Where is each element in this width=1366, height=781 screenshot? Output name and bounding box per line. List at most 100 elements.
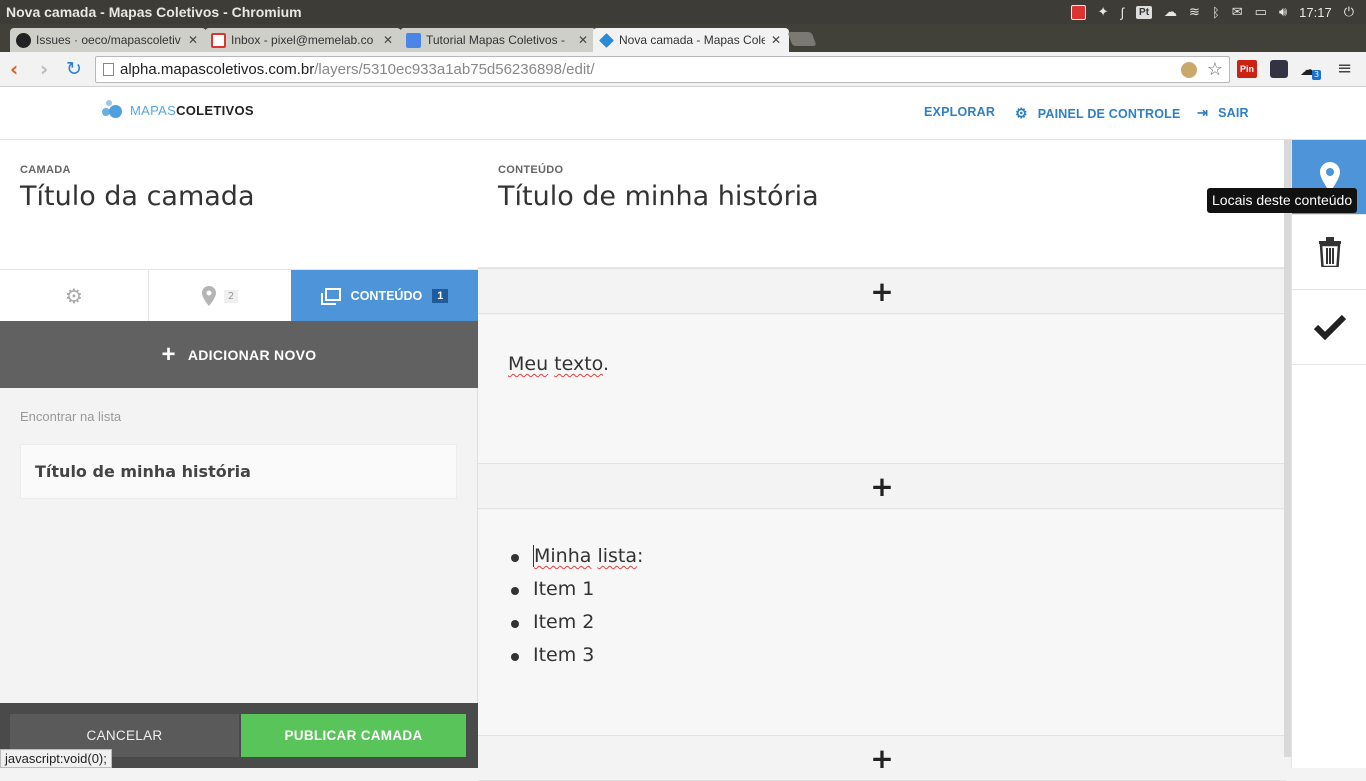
delete-content-button[interactable] bbox=[1292, 215, 1366, 290]
text-word: Meu bbox=[508, 353, 549, 375]
wifi-icon[interactable]: ≋ bbox=[1189, 4, 1200, 20]
save-content-button[interactable] bbox=[1292, 290, 1366, 365]
tab-locals[interactable]: 2 bbox=[149, 270, 291, 322]
forward-icon[interactable]: › bbox=[40, 58, 48, 80]
tab-content-label: CONTEÚDO bbox=[350, 289, 423, 303]
list-item[interactable]: Título de minha história bbox=[20, 444, 457, 499]
mail-icon[interactable]: ✉ bbox=[1232, 4, 1243, 20]
content-count-badge: 1 bbox=[432, 289, 449, 303]
pinterest-extension-button[interactable]: Pin bbox=[1237, 60, 1257, 78]
find-in-list-input[interactable]: Encontrar na lista bbox=[20, 409, 121, 424]
trash-icon bbox=[1318, 237, 1341, 267]
browser-tab-active[interactable]: Nova camada - Mapas Cole ✕ bbox=[593, 28, 789, 52]
publish-label: PUBLICAR CAMADA bbox=[284, 728, 423, 743]
back-icon[interactable]: ‹ bbox=[10, 58, 18, 80]
gear-icon: ⚙ bbox=[65, 284, 83, 308]
docs-icon bbox=[406, 32, 421, 48]
browser-tab-gmail[interactable]: Inbox - pixel@memelab.co ✕ bbox=[205, 28, 401, 52]
list-item: Minha lista: bbox=[508, 540, 643, 573]
system-tray: ✦ ∫ Pt ☁ ≋ ᛒ ✉ ▭ 🔊︎ 17:17 ⏻ bbox=[1070, 0, 1366, 24]
new-tab-button[interactable] bbox=[787, 32, 817, 46]
list-punct: : bbox=[637, 545, 644, 567]
list-item: Item 1 bbox=[508, 573, 643, 606]
os-top-bar: Nova camada - Mapas Coletivos - Chromium… bbox=[0, 0, 1366, 24]
text-word: texto bbox=[554, 353, 603, 375]
content-title[interactable]: Título de minha história bbox=[498, 181, 819, 212]
bullet-list[interactable]: Minha lista: Item 1 Item 2 Item 3 bbox=[508, 540, 643, 672]
close-icon[interactable]: ✕ bbox=[771, 33, 781, 47]
checkmark-icon bbox=[1313, 314, 1346, 340]
volume-icon[interactable]: 🔊︎ bbox=[1279, 4, 1287, 20]
cloud-extension-icon[interactable]: ☁ 3 bbox=[1300, 60, 1322, 80]
content-scrollbar[interactable] bbox=[1284, 140, 1291, 757]
cookie-blocked-icon[interactable] bbox=[1181, 62, 1197, 78]
plus-icon: + bbox=[870, 741, 894, 775]
publish-layer-button[interactable]: PUBLICAR CAMADA bbox=[241, 714, 466, 757]
pt-keyboard-indicator[interactable]: Pt bbox=[1136, 5, 1153, 19]
browser-toolbar: ‹ › ↻ alpha.mapascoletivos.com.br/layers… bbox=[0, 52, 1366, 87]
browser-tab-docs[interactable]: Tutorial Mapas Coletivos - ✕ bbox=[400, 28, 596, 52]
battery-icon[interactable]: ▭ bbox=[1255, 4, 1267, 20]
power-icon[interactable]: ⏻ bbox=[1344, 4, 1354, 20]
add-section-button[interactable]: + bbox=[478, 268, 1286, 314]
bluetooth-icon[interactable]: ᛒ bbox=[1212, 5, 1220, 20]
nav-explore-label: EXPLORAR bbox=[924, 105, 996, 119]
tab-label: Nova camada - Mapas Cole bbox=[619, 33, 765, 47]
content-kicker: CONTEÚDO bbox=[498, 164, 564, 176]
site-logo[interactable]: MAPAS COLETIVOS bbox=[102, 99, 254, 121]
dropbox-icon[interactable]: ✦ bbox=[1098, 4, 1109, 20]
tab-content[interactable]: CONTEÚDO 1 bbox=[291, 270, 478, 332]
app-header: MAPAS COLETIVOS EXPLORAR ⚙ PAINEL DE CONT… bbox=[0, 87, 1366, 140]
list-item: Item 3 bbox=[508, 639, 643, 672]
list-word: Minha bbox=[533, 545, 592, 567]
nav-dashboard-link[interactable]: ⚙ PAINEL DE CONTROLE bbox=[1015, 105, 1181, 122]
script-icon[interactable]: ∫ bbox=[1120, 5, 1124, 20]
nav-dashboard-label: PAINEL DE CONTROLE bbox=[1037, 106, 1181, 121]
gear-icon: ⚙ bbox=[1015, 105, 1028, 121]
browser-tab-github[interactable]: Issues · oeco/mapascoletiv ✕ bbox=[10, 28, 206, 52]
close-icon[interactable]: ✕ bbox=[578, 33, 588, 47]
add-new-button[interactable]: + ADICIONAR NOVO bbox=[0, 321, 478, 388]
gmail-icon bbox=[211, 32, 226, 48]
cancel-label: CANCELAR bbox=[86, 728, 163, 743]
address-bar[interactable]: alpha.mapascoletivos.com.br/layers/5310e… bbox=[95, 56, 1230, 83]
close-icon[interactable]: ✕ bbox=[383, 33, 393, 47]
map-pin-icon bbox=[201, 286, 216, 306]
plus-icon: + bbox=[870, 274, 894, 308]
cloud-sync-icon[interactable]: ☁ bbox=[1164, 4, 1177, 20]
add-section-button[interactable]: + bbox=[478, 735, 1286, 781]
clock[interactable]: 17:17 bbox=[1299, 5, 1332, 20]
browser-status-bar: javascript:void(0); bbox=[0, 749, 112, 768]
nav-explore-link[interactable]: EXPLORAR bbox=[924, 105, 995, 119]
list-section[interactable]: Minha lista: Item 1 Item 2 Item 3 bbox=[478, 510, 1286, 735]
list-word: lista bbox=[597, 545, 638, 567]
camera-extension-icon[interactable] bbox=[1270, 60, 1288, 78]
action-rail bbox=[1291, 140, 1366, 768]
tab-label: Tutorial Mapas Coletivos - bbox=[426, 33, 565, 47]
close-icon[interactable]: ✕ bbox=[188, 33, 198, 47]
browser-tab-strip: Issues · oeco/mapascoletiv ✕ Inbox - pix… bbox=[0, 24, 1366, 52]
bookmark-star-icon[interactable]: ☆ bbox=[1207, 57, 1223, 82]
tab-settings[interactable]: ⚙ bbox=[0, 270, 149, 322]
mail-notifier-icon[interactable] bbox=[1070, 4, 1086, 20]
browser-menu-icon[interactable]: ≡ bbox=[1337, 60, 1353, 78]
logo-text-mapas: MAPAS bbox=[130, 102, 177, 118]
nav-logout-link[interactable]: ⇥ SAIR bbox=[1197, 105, 1249, 121]
text-punct: . bbox=[602, 353, 610, 375]
text-section-content[interactable]: Meu texto. bbox=[508, 353, 609, 375]
content-pages-icon bbox=[320, 287, 341, 305]
reload-icon[interactable]: ↻ bbox=[66, 58, 82, 80]
add-section-button[interactable]: + bbox=[478, 463, 1286, 509]
url-host: alpha.mapascoletivos.com.br bbox=[120, 61, 315, 78]
tab-label: Inbox - pixel@memelab.co bbox=[231, 33, 374, 47]
layer-tabs: ⚙ 2 CONTEÚDO 1 bbox=[0, 269, 478, 332]
list-item: Item 2 bbox=[508, 606, 643, 639]
layer-title[interactable]: Título da camada bbox=[20, 181, 254, 212]
layer-sidebar: CAMADA Título da camada ⚙ 2 CONTEÚDO 1 +… bbox=[0, 140, 478, 768]
list-item-title: Título de minha história bbox=[35, 462, 251, 481]
url-path: /layers/5310ec933a1ab75d56236898/edit/ bbox=[314, 61, 595, 78]
content-header: CONTEÚDO Título de minha história bbox=[478, 140, 1286, 268]
text-section[interactable]: Meu texto. bbox=[478, 315, 1286, 463]
layer-header: CAMADA Título da camada bbox=[0, 140, 478, 269]
logo-text-coletivos: COLETIVOS bbox=[176, 102, 254, 118]
